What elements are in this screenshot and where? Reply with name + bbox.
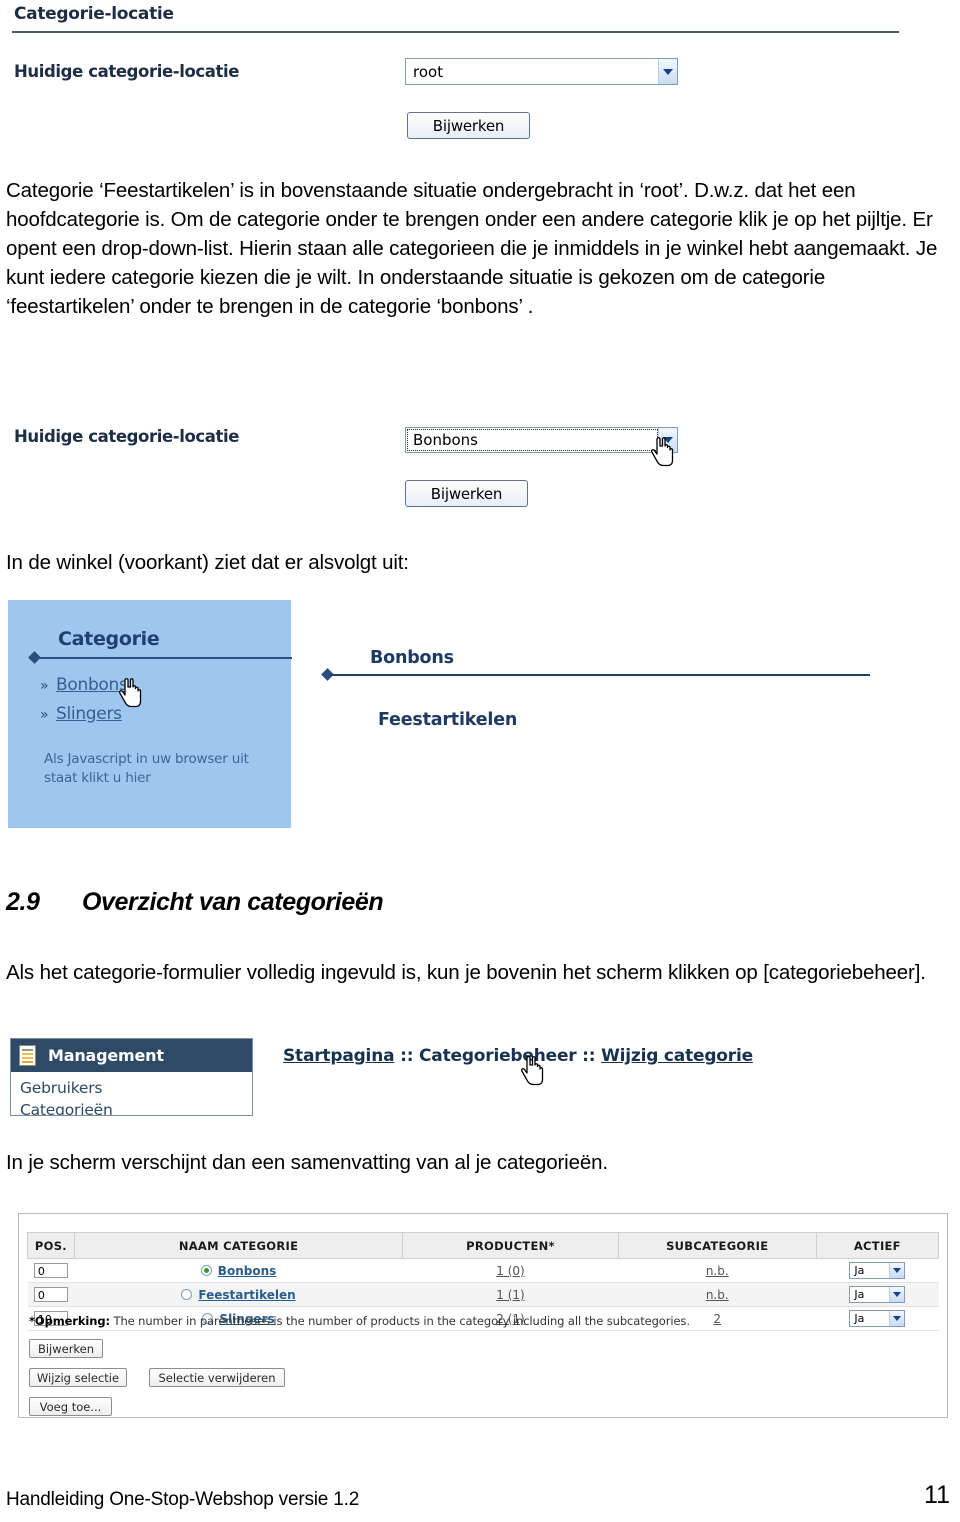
chevron-down-icon-row3[interactable] [889,1311,905,1326]
shop-main-heading: Bonbons [370,648,454,668]
shop-main-subheading: Feestartikelen [378,710,518,730]
subcategory-link-3[interactable]: 2 [713,1312,721,1326]
category-location-select-2[interactable]: Bonbons [405,427,678,453]
category-location-select-value: root [413,62,444,81]
shop-sidebar-note: Als Javascript in uw browser uit staat k… [44,751,249,786]
chevron-down-icon-row1[interactable] [889,1263,905,1278]
breadcrumb-item-wijzig-categorie[interactable]: Wijzig categorie [601,1046,753,1066]
arrow-bullet-icon-1: » [40,678,49,694]
current-category-location-label: Huidige categorie-locatie [14,62,240,81]
paragraph-3: Als het categorie-formulier volledig ing… [6,961,926,984]
management-item-categorieen[interactable]: Categorieën [11,1097,252,1115]
table-update-button[interactable]: Bijwerken [29,1339,103,1358]
cell-producten: 1 (1) [402,1282,619,1307]
table-footnote-text: The number in parentheses is the number … [109,1314,690,1328]
category-location-select[interactable]: root [405,58,678,85]
products-link-1[interactable]: 1 (0) [496,1264,524,1278]
shop-sidebar-title: Categorie [58,628,160,650]
column-header-naam: NAAM CATEGORIE [73,1232,404,1259]
screenshot-shop-frontend: Categorie » Bonbons » Slingers Als Javas… [0,600,880,830]
radio-button-bonbons[interactable] [200,1264,212,1276]
screenshot-title: Categorie-locatie [14,4,174,24]
position-input[interactable]: 0 [33,1287,68,1302]
cell-actief: Ja [816,1306,939,1331]
screenshot-categorie-locatie-bonbons: Huidige categorie-locatie Bonbons Bijwer… [0,415,830,525]
category-link-bonbons[interactable]: Bonbons [218,1264,276,1278]
cell-naam: Feestartikelen [74,1282,403,1307]
management-panel-title: Management [48,1046,164,1065]
management-panel: Management Gebruikers Categorieën [10,1038,253,1116]
active-select-value-2: Ja [854,1288,865,1301]
breadcrumb: Startpagina :: Categoriebeheer :: Wijzig… [283,1046,753,1066]
subcategory-link-1[interactable]: n.b. [706,1264,729,1278]
table-footnote-label: *Opmerking: [29,1314,110,1328]
chevron-down-icon-2[interactable] [658,428,677,452]
cell-pos: 0 [27,1258,75,1283]
update-button-2[interactable]: Bijwerken [405,480,528,507]
document-icon [19,1045,36,1066]
table-footnote: *Opmerking: The number in parentheses is… [29,1314,690,1328]
cell-producten: 1 (0) [402,1258,619,1283]
management-panel-header: Management [11,1039,252,1072]
edit-selection-button[interactable]: Wijzig selectie [29,1368,127,1387]
active-select-2[interactable]: Ja [849,1286,906,1303]
chevron-down-icon-row2[interactable] [889,1287,905,1302]
section-heading: 2.9 Overzicht van categorieën [6,888,384,917]
active-select-value-1: Ja [854,1264,865,1277]
screenshot-categorie-locatie-root: Categorie-locatie Huidige categorie-loca… [0,0,900,160]
section-title: Overzicht van categorieën [82,888,384,916]
active-select-1[interactable]: Ja [849,1262,906,1279]
paragraph-1: Categorie ‘Feestartikelen’ is in bovenst… [6,179,938,318]
cell-actief: Ja [816,1282,939,1307]
active-select-3[interactable]: Ja [849,1310,906,1327]
delete-selection-button[interactable]: Selectie verwijderen [149,1368,285,1387]
paragraph-2: In de winkel (voorkant) ziet dat er alsv… [6,551,409,574]
cell-pos: 0 [27,1282,75,1307]
position-input[interactable]: 0 [33,1263,68,1278]
subcategory-link-2[interactable]: n.b. [706,1288,729,1302]
column-header-pos: POS. [27,1232,75,1259]
breadcrumb-separator-1: :: [394,1046,420,1066]
table-row: 0 Feestartikelen 1 (1) n.b. Ja [27,1282,939,1307]
breadcrumb-item-startpagina[interactable]: Startpagina [283,1046,395,1066]
shop-sidebar-divider [38,657,292,659]
paragraph-4: In je scherm verschijnt dan een samenvat… [6,1151,608,1174]
cell-naam: Bonbons [74,1258,403,1283]
table-header-row: POS. NAAM CATEGORIE PRODUCTEN* SUBCATEGO… [27,1232,940,1259]
active-select-value-3: Ja [854,1312,865,1325]
screenshot-management-breadcrumb: Management Gebruikers Categorieën Startp… [0,1038,840,1116]
shop-main-divider [330,674,870,676]
table-row: 0 Bonbons 1 (0) n.b. Ja [27,1258,939,1283]
radio-button-feestartikelen[interactable] [181,1288,193,1300]
shop-link-slingers[interactable]: Slingers [56,704,122,724]
arrow-bullet-icon-2: » [40,707,49,723]
screenshot-category-overview: POS. NAAM CATEGORIE PRODUCTEN* SUBCATEGO… [18,1213,948,1418]
footer-text: Handleiding One-Stop-Webshop versie 1.2 [6,1489,360,1510]
category-location-select-value-2: Bonbons [407,429,658,451]
shop-link-bonbons[interactable]: Bonbons [56,675,128,695]
column-header-actief: ACTIEF [815,1232,940,1259]
update-button[interactable]: Bijwerken [407,112,530,139]
chevron-down-icon[interactable] [658,59,677,84]
screenshot-title-divider [12,31,899,33]
management-item-gebruikers[interactable]: Gebruikers [11,1072,252,1097]
breadcrumb-separator-2: :: [576,1046,602,1066]
cell-subcategorie: n.b. [618,1282,817,1307]
current-category-location-label-2: Huidige categorie-locatie [14,427,240,446]
shop-sidebar: Categorie » Bonbons » Slingers Als Javas… [8,600,292,828]
add-button[interactable]: Voeg toe... [29,1397,112,1416]
section-number: 2.9 [6,888,40,916]
category-link-feestartikelen[interactable]: Feestartikelen [198,1288,295,1302]
breadcrumb-item-categoriebeheer[interactable]: Categoriebeheer [419,1046,577,1066]
cell-subcategorie: n.b. [618,1258,817,1283]
column-header-subcategorie: SUBCATEGORIE [617,1232,817,1259]
products-link-2[interactable]: 1 (1) [496,1288,524,1302]
footer-page-number: 11 [924,1481,950,1509]
column-header-producten: PRODUCTEN* [402,1232,619,1259]
document-page: Categorie-locatie Huidige categorie-loca… [0,0,960,1522]
cell-actief: Ja [816,1258,939,1283]
